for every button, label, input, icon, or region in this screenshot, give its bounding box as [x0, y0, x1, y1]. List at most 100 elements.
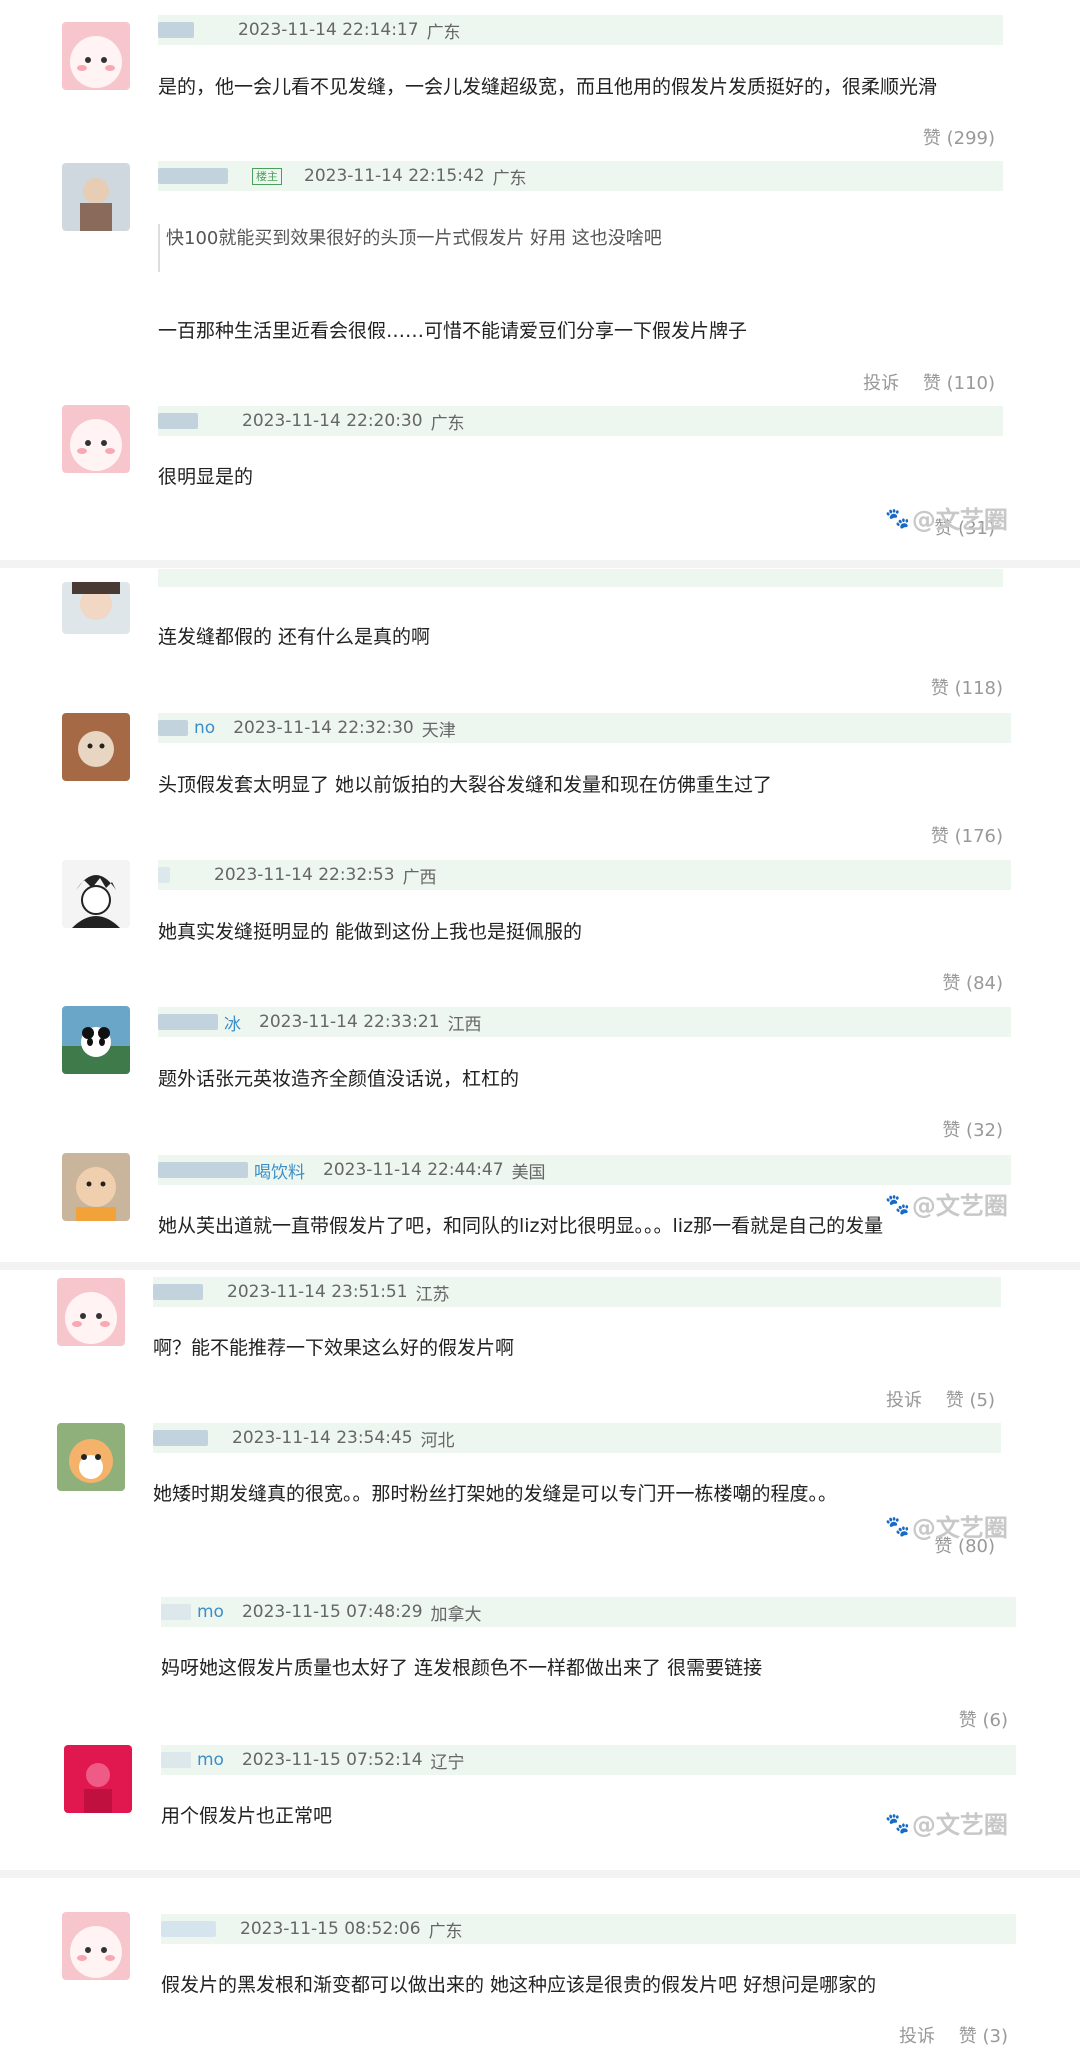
avatar[interactable]	[62, 1006, 130, 1074]
comment-text: 假发片的黑发根和渐变都可以做出来的 她这种应该是很贵的假发片吧 好想问是哪家的	[161, 1974, 877, 1996]
report-button[interactable]: 投诉	[899, 2026, 935, 2047]
comment-meta: 2023-11-14 23:51:51 江苏	[153, 1277, 1001, 1307]
owner-badge: 楼主	[252, 167, 282, 185]
region: 广东	[430, 413, 465, 434]
comment-text: 题外话张元英妆造齐全颜值没话说，杠杠的	[158, 1068, 520, 1090]
comment-actions: 投诉 赞 (110)	[845, 369, 995, 395]
timestamp: 2023-11-15 07:52:14	[241, 1750, 423, 1770]
avatar[interactable]	[57, 1278, 125, 1346]
divider	[0, 1870, 1080, 1878]
timestamp: 2023-11-14 22:15:42	[304, 166, 485, 186]
like-button[interactable]: 赞 (110)	[923, 373, 995, 394]
avatar[interactable]	[62, 405, 130, 473]
region: 辽宁	[430, 1752, 465, 1773]
comment-meta: mo 2023-11-15 07:48:29 加拿大	[161, 1597, 1016, 1627]
timestamp: 2023-11-14 22:32:53	[214, 865, 395, 885]
username[interactable]: 冰	[158, 1010, 241, 1035]
username[interactable]: mo	[161, 1602, 224, 1622]
comment-meta: 2023-11-14 22:20:30 广东	[158, 406, 1003, 436]
timestamp: 2023-11-14 23:54:45	[232, 1428, 413, 1448]
comment-meta: 2023-11-15 08:52:06 广东	[161, 1914, 1016, 1944]
paw-icon: 🐾	[885, 505, 910, 530]
avatar[interactable]	[62, 22, 130, 90]
timestamp: 2023-11-14 22:44:47	[323, 1160, 504, 1180]
comment-meta	[158, 569, 1003, 587]
meta-partial	[158, 570, 162, 586]
comment-actions: 赞 (176)	[913, 822, 1003, 848]
username[interactable]: 喝饮料	[158, 1158, 305, 1183]
timestamp: 2023-11-15 07:48:29	[241, 1602, 423, 1622]
divider	[0, 1262, 1080, 1270]
comment-text: 她矮时期发缝真的很宽。。那时粉丝打架她的发缝是可以专门开一栋楼嘲的程度。。	[153, 1483, 838, 1505]
like-button[interactable]: 赞 (6)	[959, 1710, 1008, 1731]
avatar[interactable]	[64, 1745, 132, 1813]
quote-text: 快100就能买到效果很好的头顶一片式假发片 好用 这也没啥吧	[166, 228, 662, 249]
report-button[interactable]: 投诉	[886, 1390, 922, 1411]
comment-text: 她真实发缝挺明显的 能做到这份上我也是挺佩服的	[158, 921, 583, 943]
report-button[interactable]: 投诉	[863, 373, 899, 394]
comment-actions: 投诉 赞 (3)	[881, 2022, 1008, 2048]
like-button[interactable]: 赞 (118)	[931, 678, 1003, 699]
comment-text: 一百那种生活里近看会很假……可惜不能请爱豆们分享一下假发片牌子	[158, 320, 748, 342]
username[interactable]	[158, 22, 200, 38]
like-button[interactable]: 赞 (5)	[946, 1390, 995, 1411]
watermark: 🐾 @文艺圈	[885, 1513, 1008, 1543]
username[interactable]: mo	[161, 1750, 224, 1770]
comment-actions: 赞 (32)	[924, 1116, 1003, 1142]
username[interactable]	[158, 867, 176, 883]
comment-meta: 2023-11-14 22:14:17 广东	[158, 15, 1003, 45]
divider	[0, 560, 1080, 568]
timestamp: 2023-11-14 22:14:17	[238, 20, 419, 40]
comment-meta: mo 2023-11-15 07:52:14 辽宁	[161, 1745, 1016, 1775]
comment-text: 啊？能不能推荐一下效果这么好的假发片啊	[153, 1337, 515, 1359]
username[interactable]	[161, 1921, 222, 1937]
watermark: 🐾 @文艺圈	[885, 505, 1008, 535]
region: 广西	[402, 867, 437, 888]
quote-author	[166, 256, 662, 272]
timestamp: 2023-11-14 22:33:21	[259, 1012, 440, 1032]
avatar[interactable]	[62, 1912, 130, 1980]
username[interactable]	[153, 1284, 209, 1300]
comment-text: 是的，他一会儿看不见发缝，一会儿发缝超级宽，而且他用的假发片发质挺好的，很柔顺光…	[158, 76, 938, 98]
like-button[interactable]: 赞 (299)	[923, 128, 995, 149]
watermark: 🐾 @文艺圈	[885, 1191, 1008, 1221]
username[interactable]: no	[158, 718, 215, 738]
comment-meta: 喝饮料 2023-11-14 22:44:47 美国	[158, 1155, 1011, 1185]
region: 加拿大	[430, 1604, 482, 1625]
region: 河北	[420, 1430, 455, 1451]
timestamp: 2023-11-15 08:52:06	[240, 1919, 421, 1939]
timestamp: 2023-11-14 22:32:30	[233, 718, 414, 738]
timestamp: 2023-11-14 22:20:30	[242, 411, 423, 431]
avatar[interactable]	[57, 1423, 125, 1491]
quoted-comment: 快100就能买到效果很好的头顶一片式假发片 好用 这也没啥吧	[158, 224, 662, 272]
comment-actions: 赞 (6)	[941, 1706, 1008, 1732]
comment-actions: 投诉 赞 (5)	[868, 1386, 995, 1412]
avatar[interactable]	[62, 1153, 130, 1221]
timestamp: 2023-11-14 23:51:51	[227, 1282, 408, 1302]
like-button[interactable]: 赞 (3)	[959, 2026, 1008, 2047]
comment-meta: 楼主 2023-11-14 22:15:42 广东	[158, 161, 1003, 191]
paw-icon: 🐾	[885, 1810, 910, 1835]
avatar[interactable]	[62, 163, 130, 231]
comment-text: 连发缝都假的 还有什么是真的啊	[158, 626, 431, 648]
comment-text: 她从芙出道就一直带假发片了吧，和同队的liz对比很明显。。。liz那一看就是自己…	[158, 1215, 884, 1237]
comment-meta: no 2023-11-14 22:32:30 天津	[158, 713, 1011, 743]
avatar[interactable]	[62, 713, 130, 781]
username[interactable]	[158, 168, 234, 184]
avatar[interactable]	[62, 582, 130, 634]
like-button[interactable]: 赞 (84)	[942, 973, 1003, 994]
username[interactable]	[158, 413, 204, 429]
like-button[interactable]: 赞 (32)	[942, 1120, 1003, 1141]
comment-text: 很明显是的	[158, 466, 254, 488]
region: 广东	[426, 22, 461, 43]
avatar[interactable]	[62, 860, 130, 928]
comment-meta: 2023-11-14 22:32:53 广西	[158, 860, 1011, 890]
like-button[interactable]: 赞 (176)	[931, 826, 1003, 847]
comment-text: 用个假发片也正常吧	[161, 1805, 333, 1827]
paw-icon: 🐾	[885, 1191, 910, 1216]
region: 江苏	[415, 1284, 450, 1305]
region: 天津	[421, 720, 456, 741]
paw-icon: 🐾	[885, 1513, 910, 1538]
comment-meta: 冰 2023-11-14 22:33:21 江西	[158, 1007, 1011, 1037]
username[interactable]	[153, 1430, 214, 1446]
